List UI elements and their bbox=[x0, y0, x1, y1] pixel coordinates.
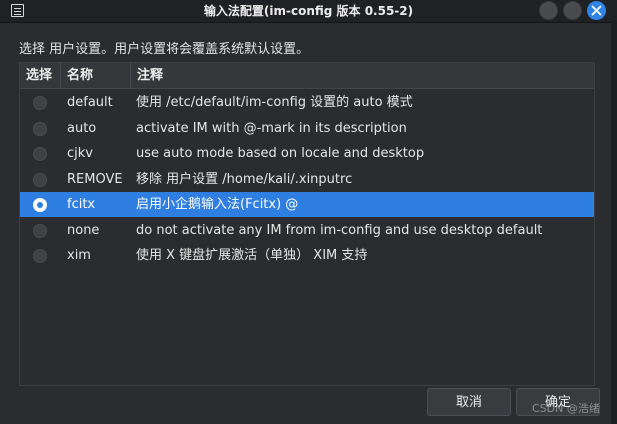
im-name: auto bbox=[67, 120, 97, 136]
im-description: do not activate any IM from im-config an… bbox=[136, 222, 543, 238]
window-title: 输入法配置(im-config 版本 0.55-2) bbox=[203, 4, 414, 18]
instruction-text: 选择 用户设置。用户设置将会覆盖系统默认设置。 bbox=[19, 42, 310, 57]
im-name: fcitx bbox=[67, 197, 96, 212]
radio-button[interactable] bbox=[33, 96, 47, 110]
cancel-button[interactable]: 取消 bbox=[427, 388, 511, 416]
im-name: cjkv bbox=[67, 146, 93, 161]
im-list: 选择 名称 注释 default 使用 /etc/default/im-confi… bbox=[19, 62, 595, 386]
maximize-button[interactable] bbox=[563, 1, 582, 20]
radio-button[interactable] bbox=[33, 147, 47, 161]
list-item[interactable]: xim 使用 X 键盘扩展激活（单独） XIM 支持 bbox=[20, 243, 594, 268]
im-description: activate IM with @-mark in its descripti… bbox=[136, 120, 407, 136]
minimize-button[interactable] bbox=[539, 1, 558, 20]
list-header: 选择 名称 注释 bbox=[20, 63, 594, 89]
list-item[interactable]: REMOVE 移除 用户设置 /home/kali/.xinputrc bbox=[20, 167, 594, 192]
close-button[interactable] bbox=[587, 1, 606, 20]
title-bar[interactable]: 输入法配置(im-config 版本 0.55-2) bbox=[0, 0, 617, 23]
im-config-window: 输入法配置(im-config 版本 0.55-2) 选择 用户设置。用户设置将… bbox=[0, 0, 617, 424]
radio-button[interactable] bbox=[33, 223, 47, 238]
watermark: CSDN @浩绪 bbox=[532, 402, 600, 415]
im-name: REMOVE bbox=[67, 171, 123, 187]
im-description: 使用 X 键盘扩展激活（单独） XIM 支持 bbox=[136, 248, 368, 263]
im-name: none bbox=[67, 222, 100, 238]
im-description: 启用小企鹅输入法(Fcitx) @ bbox=[136, 197, 299, 212]
list-item[interactable]: default 使用 /etc/default/im-config 设置的 aut… bbox=[20, 90, 594, 115]
radio-button[interactable] bbox=[33, 121, 47, 136]
column-header-comment[interactable]: 注释 bbox=[131, 63, 594, 88]
im-description: 使用 /etc/default/im-config 设置的 auto 模式 bbox=[136, 95, 413, 110]
radio-button[interactable] bbox=[33, 198, 47, 212]
list-item[interactable]: auto activate IM with @-mark in its descr… bbox=[20, 116, 594, 141]
list-item[interactable]: none do not activate any IM from im-confi… bbox=[20, 218, 594, 243]
im-name: xim bbox=[67, 248, 91, 263]
im-description: 移除 用户设置 /home/kali/.xinputrc bbox=[136, 171, 353, 187]
column-header-name[interactable]: 名称 bbox=[61, 63, 131, 88]
close-icon bbox=[591, 5, 602, 16]
radio-button[interactable] bbox=[33, 249, 47, 263]
column-header-select[interactable]: 选择 bbox=[20, 63, 61, 88]
radio-button[interactable] bbox=[33, 172, 47, 187]
im-name: default bbox=[67, 95, 113, 110]
list-item[interactable]: cjkv use auto mode based on locale and de… bbox=[20, 141, 594, 166]
im-description: use auto mode based on locale and deskto… bbox=[136, 146, 425, 161]
window-edge bbox=[611, 22, 617, 424]
list-item[interactable]: fcitx 启用小企鹅输入法(Fcitx) @ bbox=[20, 192, 594, 217]
